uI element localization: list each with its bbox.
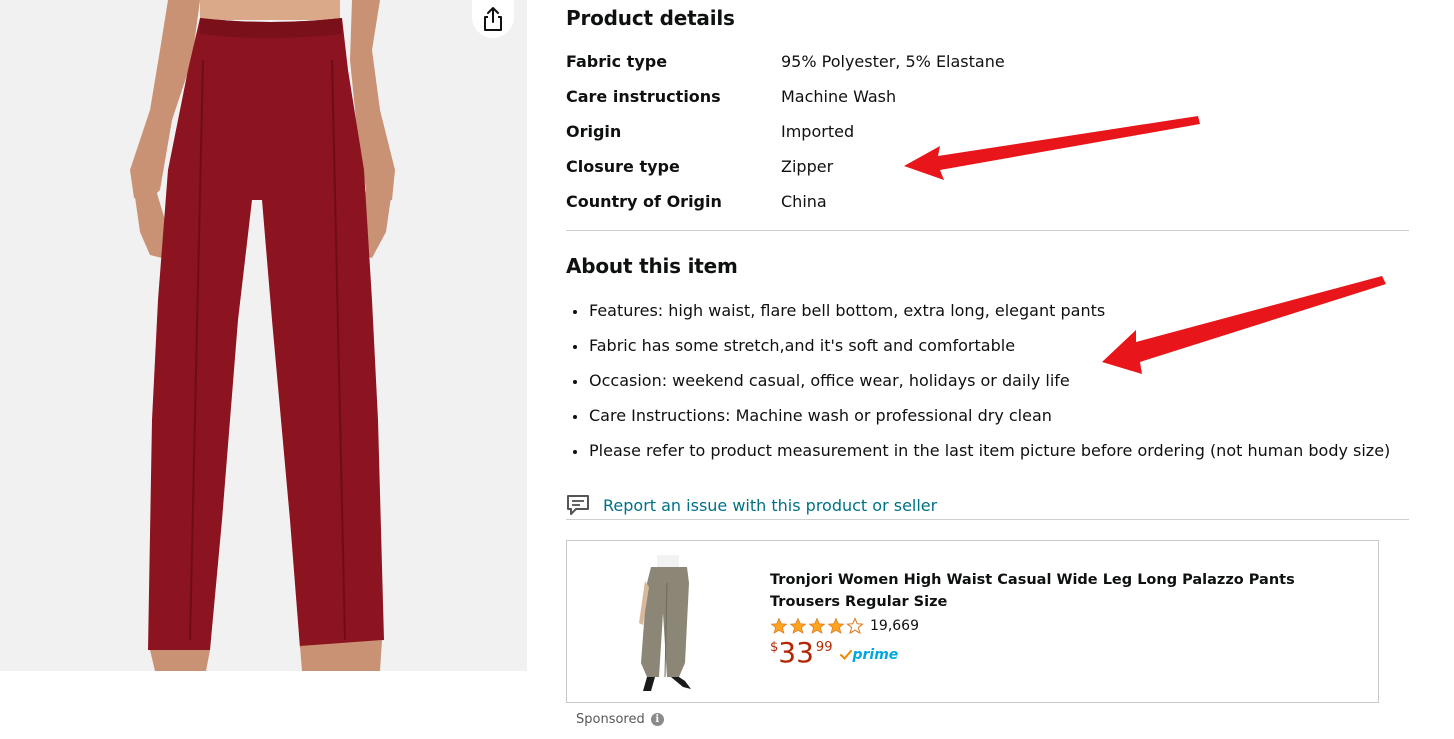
annotation-arrow-icon <box>1102 276 1386 374</box>
report-issue-link[interactable]: Report an issue with this product or sel… <box>566 494 937 516</box>
sponsored-label: Sponsored i <box>576 712 664 727</box>
star-full-icon <box>789 617 807 634</box>
annotation-arrow-icon <box>904 116 1200 180</box>
report-comment-icon <box>567 495 589 515</box>
detail-key: Closure type <box>566 157 680 176</box>
section-divider <box>566 519 1409 520</box>
info-icon[interactable]: i <box>650 713 664 726</box>
about-bullet: Care Instructions: Machine wash or profe… <box>588 398 1390 433</box>
price-whole: 33 <box>778 636 814 669</box>
sponsored-product-title[interactable]: Tronjori Women High Waist Casual Wide Le… <box>770 569 1360 613</box>
share-icon <box>484 7 502 31</box>
detail-value: China <box>781 192 827 211</box>
detail-key: Fabric type <box>566 52 668 71</box>
detail-row-care: Care instructions Machine Wash <box>566 79 1409 114</box>
star-full-icon <box>770 617 788 634</box>
detail-key: Origin <box>566 122 622 141</box>
price-fraction: 99 <box>815 640 833 655</box>
price-row: $ 33 99 prime <box>770 638 1360 668</box>
detail-key: Care instructions <box>566 87 721 106</box>
price-symbol: $ <box>770 640 779 655</box>
detail-value: Machine Wash <box>781 87 897 106</box>
report-issue-text[interactable]: Report an issue with this product or sel… <box>603 496 937 515</box>
star-rating[interactable] <box>770 617 864 635</box>
detail-value: Imported <box>781 122 855 141</box>
about-bullet: Please refer to product measurement in t… <box>588 433 1390 468</box>
detail-row-country: Country of Origin China <box>566 184 1409 219</box>
star-empty-icon <box>846 617 864 635</box>
sponsored-text: Sponsored <box>576 712 645 727</box>
star-full-icon <box>827 617 845 634</box>
star-full-icon <box>808 617 826 634</box>
sponsored-product-image[interactable] <box>627 553 717 693</box>
detail-row-fabric: Fabric type 95% Polyester, 5% Elastane <box>566 44 1409 79</box>
product-main-image[interactable] <box>0 0 527 671</box>
prime-check-icon <box>840 650 853 660</box>
sponsored-product-card[interactable]: Tronjori Women High Waist Casual Wide Le… <box>566 540 1379 703</box>
prime-label: prime <box>852 647 899 663</box>
prime-badge: prime <box>840 647 898 663</box>
detail-value: 95% Polyester, 5% Elastane <box>781 52 1005 71</box>
sponsored-product-info: Tronjori Women High Waist Casual Wide Le… <box>770 569 1360 668</box>
detail-value: Zipper <box>781 157 834 176</box>
rating-count[interactable]: 19,669 <box>870 618 919 634</box>
rating-row[interactable]: 19,669 <box>770 616 1360 636</box>
section-divider <box>566 230 1409 231</box>
red-pants-model-image <box>130 0 395 671</box>
about-item-heading: About this item <box>566 254 738 278</box>
product-details-heading: Product details <box>566 6 735 30</box>
detail-key: Country of Origin <box>566 192 722 211</box>
